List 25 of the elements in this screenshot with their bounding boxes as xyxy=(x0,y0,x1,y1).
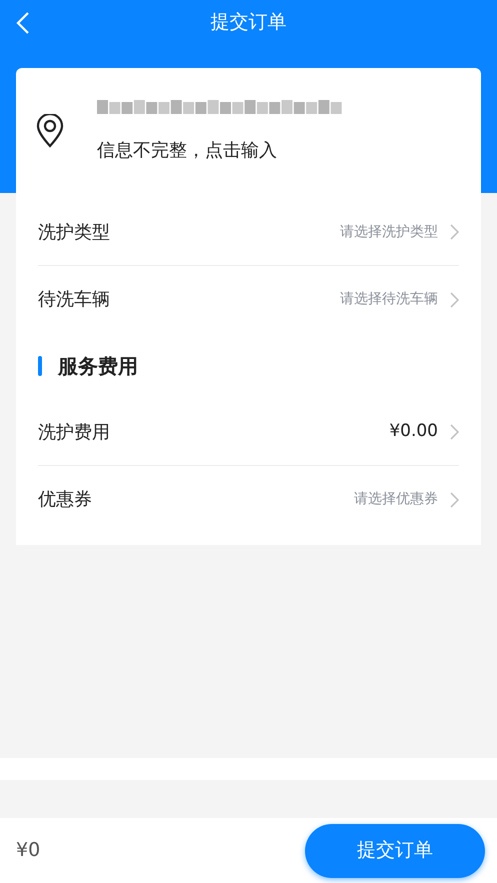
row-label: 洗护类型 xyxy=(38,220,111,244)
total-price: ¥0 xyxy=(16,838,40,864)
chevron-right-icon xyxy=(450,224,459,240)
row-value: 请选择优惠券 xyxy=(354,490,438,509)
list-row[interactable]: 洗护费用 ¥0.00 xyxy=(38,399,459,466)
submit-button[interactable]: 提交订单 xyxy=(305,824,485,878)
chevron-right-icon xyxy=(450,424,459,440)
list-row[interactable]: 优惠券 请选择优惠券 xyxy=(38,466,459,533)
row-value: 请选择洗护类型 xyxy=(340,222,438,242)
list-row[interactable]: 待洗车辆 请选择待洗车辆 xyxy=(38,266,459,333)
back-icon[interactable] xyxy=(16,11,30,35)
address-hint: 信息不完整，点击输入 xyxy=(97,139,278,163)
chevron-right-icon xyxy=(450,492,459,508)
chevron-right-icon xyxy=(450,292,459,308)
section-title: 服务费用 xyxy=(58,353,138,380)
row-label: 洗护费用 xyxy=(38,420,111,444)
page-title: 提交订单 xyxy=(210,10,286,36)
row-value: ¥0.00 xyxy=(389,420,438,444)
list-row[interactable]: 洗护类型 请选择洗护类型 xyxy=(38,199,459,266)
section-marker xyxy=(38,356,42,376)
row-label: 待洗车辆 xyxy=(38,288,111,312)
row-label: 优惠券 xyxy=(38,488,93,512)
row-value: 请选择待洗车辆 xyxy=(340,290,438,309)
location-pin-icon xyxy=(36,114,64,148)
address-card[interactable]: 信息不完整，点击输入 xyxy=(16,68,481,193)
